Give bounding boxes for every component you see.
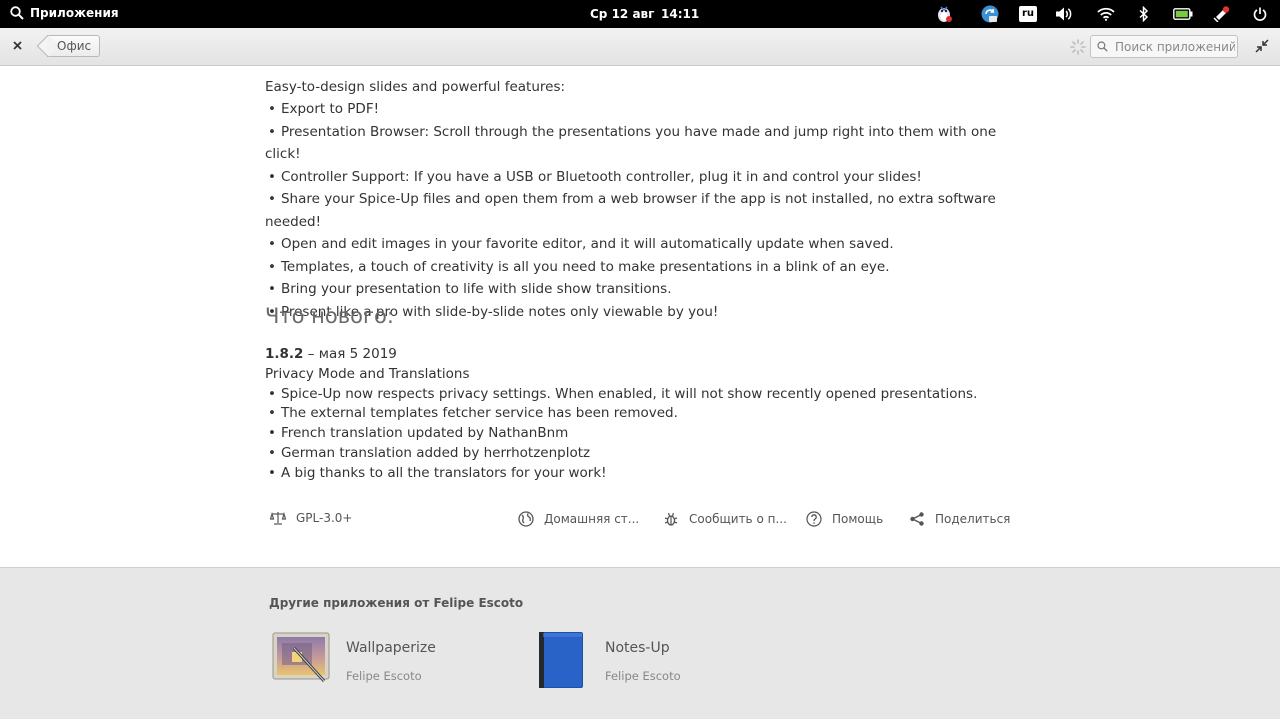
- bluetooth-indicator[interactable]: [1136, 4, 1152, 24]
- report-problem-link[interactable]: Сообщить о п...: [663, 511, 787, 527]
- feature-item: Templates, a touch of creativity is all …: [265, 256, 1025, 279]
- feature-item: Bring your presentation to life with sli…: [265, 278, 1025, 301]
- app-details-page[interactable]: Easy-to-design slides and powerful featu…: [0, 66, 1280, 567]
- license-link[interactable]: GPL-3.0+: [270, 511, 352, 525]
- bluetooth-icon: [1139, 6, 1149, 22]
- other-app-name: Wallpaperize: [346, 640, 436, 656]
- restore-window-icon[interactable]: [1254, 38, 1270, 54]
- other-app-author: Felipe Escoto: [605, 669, 681, 683]
- globe-icon: [518, 511, 534, 527]
- search-icon: [10, 6, 24, 20]
- share-icon: [910, 512, 924, 526]
- license-label: GPL-3.0+: [296, 511, 353, 525]
- search-icon: [1097, 41, 1108, 52]
- release-item: German translation added by herrhotzenpl…: [265, 444, 1025, 464]
- software-update-icon: [981, 5, 999, 23]
- panel-date[interactable]: Ср 12 авг: [590, 7, 654, 21]
- notifications-indicator[interactable]: [1211, 4, 1231, 24]
- wallpaperize-app-icon: [272, 632, 330, 683]
- app-links: GPL-3.0+ Домашняя ст... Сообщить о п... …: [265, 511, 1025, 533]
- report-problem-label: Сообщить о п...: [689, 512, 787, 526]
- penguin-icon: [938, 6, 952, 22]
- other-app-card-wallpaperize[interactable]: Wallpaperize Felipe Escoto: [272, 630, 472, 692]
- app-indicator-update[interactable]: [979, 4, 1001, 24]
- close-icon: [12, 40, 22, 50]
- loading-spinner-icon: [1070, 39, 1086, 55]
- help-link[interactable]: Помощь: [806, 511, 883, 527]
- sound-indicator[interactable]: [1053, 4, 1075, 24]
- volume-icon: [1056, 7, 1072, 21]
- help-label: Помощь: [832, 512, 884, 526]
- panel-time[interactable]: 14:11: [661, 7, 699, 21]
- power-icon: [1253, 7, 1267, 21]
- help-icon: [806, 511, 822, 527]
- applications-menu[interactable]: Приложения: [10, 6, 119, 20]
- back-button[interactable]: Офис: [47, 35, 101, 57]
- close-window-button[interactable]: [10, 38, 24, 52]
- search-field[interactable]: [1090, 35, 1238, 58]
- app-indicator-penguin[interactable]: [933, 4, 955, 24]
- release-version: 1.8.2: [265, 346, 304, 362]
- release-items: Spice-Up now respects privacy settings. …: [265, 385, 1025, 484]
- release-title: Privacy Mode and Translations: [265, 365, 470, 382]
- description-intro: Easy-to-design slides and powerful featu…: [265, 79, 566, 95]
- app-description: Easy-to-design slides and powerful featu…: [265, 76, 1025, 323]
- bug-icon: [664, 512, 678, 526]
- release-header: 1.8.2 – мая 5 2019: [265, 345, 1025, 365]
- search-input[interactable]: [1113, 38, 1237, 55]
- share-link[interactable]: Поделиться: [909, 511, 1010, 527]
- feature-item: Controller Support: If you have a USB or…: [265, 166, 1025, 189]
- window-headerbar: Офис: [0, 28, 1280, 66]
- feature-item: Presentation Browser: Scroll through the…: [265, 121, 1025, 166]
- feature-item: Export to PDF!: [265, 98, 1025, 121]
- applications-label: Приложения: [30, 6, 119, 20]
- notification-bell-icon: [1213, 6, 1230, 22]
- other-apps-section: Другие приложения от Felipe Escoto Wallp…: [0, 567, 1280, 719]
- share-label: Поделиться: [935, 512, 1011, 526]
- network-indicator[interactable]: [1095, 4, 1117, 24]
- release-notes: 1.8.2 – мая 5 2019 Privacy Mode and Tran…: [265, 345, 1025, 484]
- feature-item: Open and edit images in your favorite ed…: [265, 233, 1025, 256]
- other-apps-title: Другие приложения от Felipe Escoto: [269, 596, 524, 610]
- other-app-author: Felipe Escoto: [346, 669, 422, 683]
- feature-item: Share your Spice-Up files and open them …: [265, 188, 1025, 233]
- other-app-card-notes-up[interactable]: Notes-Up Felipe Escoto: [537, 630, 737, 692]
- wifi-icon: [1097, 7, 1115, 21]
- feature-list: Export to PDF! Presentation Browser: Scr…: [265, 98, 1025, 323]
- power-indicator[interactable]: [1172, 4, 1194, 24]
- homepage-link[interactable]: Домашняя ст...: [518, 511, 639, 527]
- release-item: French translation updated by NathanBnm: [265, 424, 1025, 444]
- homepage-label: Домашняя ст...: [544, 512, 640, 526]
- notes-up-app-icon: [539, 632, 583, 688]
- battery-icon: [1173, 8, 1193, 20]
- release-item: A big thanks to all the translators for …: [265, 464, 1025, 484]
- session-indicator[interactable]: [1250, 4, 1270, 24]
- back-button-label: Офис: [57, 39, 92, 53]
- release-item: Spice-Up now respects privacy settings. …: [265, 385, 1025, 405]
- whats-new-heading: Что нового:: [265, 304, 394, 328]
- other-app-name: Notes-Up: [605, 640, 670, 656]
- keyboard-layout-label: ru: [1018, 6, 1038, 22]
- release-date: – мая 5 2019: [303, 346, 397, 362]
- keyboard-layout-indicator[interactable]: ru: [1017, 4, 1039, 24]
- license-scale-icon: [270, 511, 286, 525]
- system-panel: Приложения Ср 12 авг 14:11 ru: [0, 0, 1280, 28]
- release-item: The external templates fetcher service h…: [265, 404, 1025, 424]
